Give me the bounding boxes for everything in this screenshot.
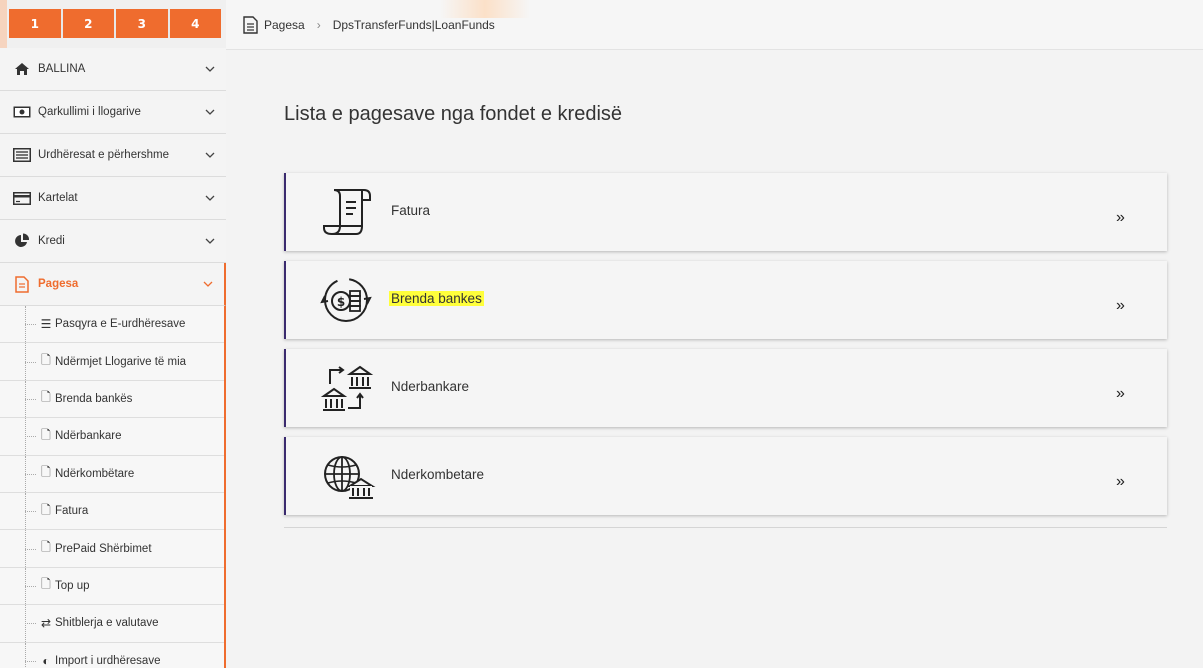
submenu-item-pasqyra[interactable]: ☰ Pasqyra e E-urdhëresave: [0, 306, 224, 344]
payment-option-brenda-bankes[interactable]: $ Brenda bankes »: [284, 261, 1167, 339]
submenu-item-label: Ndërkombëtare: [55, 467, 135, 480]
payment-option-nderkombetare[interactable]: Nderkombetare »: [284, 437, 1167, 515]
submenu-item-label: PrePaid Shërbimet: [55, 542, 152, 555]
decorative-glow: [440, 0, 530, 18]
main-content: Lista e pagesave nga fondet e kredisë Fa…: [226, 51, 1203, 668]
home-icon: [12, 61, 32, 77]
exchange-icon: ⇄: [40, 616, 52, 631]
submenu-item-shitblerja[interactable]: ⇄ Shitblerja e valutave: [0, 605, 224, 643]
globe-bank-icon: [320, 450, 376, 502]
import-icon: ◐: [42, 653, 50, 668]
quick-tab-1[interactable]: 1: [9, 9, 61, 38]
breadcrumb: Pagesa › DpsTransferFunds|LoanFunds: [226, 0, 1203, 50]
breadcrumb-page: DpsTransferFunds|LoanFunds: [332, 17, 495, 32]
chevron-down-icon: [204, 192, 216, 204]
submenu-item-label: Import i urdhëresave: [55, 654, 161, 667]
sidebar: 1 2 3 4 BALLINA Qarkullimi i llogarive U…: [0, 0, 226, 668]
quick-tab-2[interactable]: 2: [62, 9, 114, 38]
document-icon: [243, 15, 258, 34]
submenu-item-ndermjet-llogarive[interactable]: 🗋 Ndërmjet Llogarive të mia: [0, 343, 224, 381]
list-icon: [12, 147, 32, 163]
file-icon: 🗋: [41, 353, 51, 368]
submenu-item-prepaid[interactable]: 🗋 PrePaid Shërbimet: [0, 530, 224, 568]
sidebar-item-label: Kredi: [38, 235, 65, 247]
double-chevron-right-icon: »: [1116, 297, 1125, 314]
submenu-item-import[interactable]: ◐ Import i urdhëresave: [0, 642, 224, 668]
double-chevron-right-icon: »: [1116, 209, 1125, 226]
quick-tabs: 1 2 3 4: [9, 9, 221, 38]
sidebar-item-label: BALLINA: [38, 63, 86, 75]
submenu-item-brenda-bankes[interactable]: 🗋 Brenda bankës: [0, 380, 224, 419]
payment-option-nderbankare[interactable]: Nderbankare »: [284, 349, 1167, 427]
money-icon: [12, 104, 32, 120]
sidebar-menu: BALLINA Qarkullimi i llogarive Urdhëresa…: [0, 48, 226, 668]
submenu-item-nderkombetare[interactable]: 🗋 Ndërkombëtare: [0, 455, 224, 493]
chevron-down-icon: [204, 106, 216, 118]
sidebar-item-pagesa[interactable]: Pagesa: [0, 263, 226, 306]
list-icon: ☰: [40, 317, 52, 332]
breadcrumb-section[interactable]: Pagesa: [264, 18, 305, 32]
page-title: Lista e pagesave nga fondet e kredisë: [284, 103, 623, 125]
document-icon: [12, 275, 32, 293]
sidebar-item-label: Pagesa: [38, 278, 79, 290]
file-icon: 🗋: [41, 390, 51, 405]
bank-transfer-icon: [320, 362, 376, 414]
invoice-icon: [320, 186, 376, 238]
sidebar-item-kartelat[interactable]: Kartelat: [0, 177, 226, 220]
submenu-item-label: Ndërbankare: [55, 430, 122, 443]
card-icon: [12, 190, 32, 206]
card-label: Nderbankare: [391, 379, 470, 394]
card-label: Brenda bankes: [389, 291, 484, 306]
chevron-down-icon: [204, 235, 216, 247]
submenu-item-fatura[interactable]: 🗋 Fatura: [0, 492, 224, 531]
sidebar-item-qarkullimi[interactable]: Qarkullimi i llogarive: [0, 91, 226, 134]
chevron-down-icon: [204, 63, 216, 75]
svg-text:$: $: [337, 295, 345, 309]
divider: [284, 527, 1167, 528]
submenu-item-label: Pasqyra e E-urdhëresave: [55, 318, 186, 331]
submenu-item-label: Ndërmjet Llogarive të mia: [55, 355, 187, 368]
sidebar-item-urdheresat[interactable]: Urdhëresat e përhershme: [0, 134, 226, 177]
money-exchange-icon: $: [320, 274, 376, 326]
card-label: Nderkombetare: [391, 467, 485, 482]
quick-tab-4[interactable]: 4: [169, 9, 221, 38]
sidebar-item-label: Urdhëresat e përhershme: [38, 149, 170, 161]
chevron-down-icon: [202, 278, 214, 290]
submenu-item-label: Brenda bankës: [55, 392, 133, 405]
file-icon: 🗋: [41, 465, 51, 480]
payment-option-fatura[interactable]: Fatura »: [284, 173, 1167, 251]
sidebar-item-label: Qarkullimi i llogarive: [38, 106, 141, 118]
submenu-item-label: Shitblerja e valutave: [55, 617, 159, 630]
pie-chart-icon: [12, 233, 32, 249]
chevron-down-icon: [204, 149, 216, 161]
chevron-right-icon: ›: [316, 17, 321, 32]
quick-tab-3[interactable]: 3: [116, 9, 168, 38]
submenu-item-top-up[interactable]: 🗋 Top up: [0, 567, 224, 606]
file-icon: 🗋: [41, 577, 51, 592]
card-label: Fatura: [391, 203, 431, 218]
sidebar-item-ballina[interactable]: BALLINA: [0, 48, 226, 91]
sidebar-item-kredi[interactable]: Kredi: [0, 220, 226, 263]
double-chevron-right-icon: »: [1116, 385, 1125, 402]
double-chevron-right-icon: »: [1116, 473, 1125, 490]
submenu-item-nderbankare[interactable]: 🗋 Ndërbankare: [0, 418, 224, 456]
sidebar-item-label: Kartelat: [38, 192, 78, 204]
file-icon: 🗋: [41, 502, 51, 517]
file-icon: 🗋: [41, 540, 51, 555]
pagesa-submenu: ☰ Pasqyra e E-urdhëresave 🗋 Ndërmjet Lloga…: [0, 306, 226, 668]
submenu-item-label: Fatura: [55, 505, 89, 518]
submenu-item-label: Top up: [55, 579, 90, 592]
file-icon: 🗋: [41, 427, 51, 442]
